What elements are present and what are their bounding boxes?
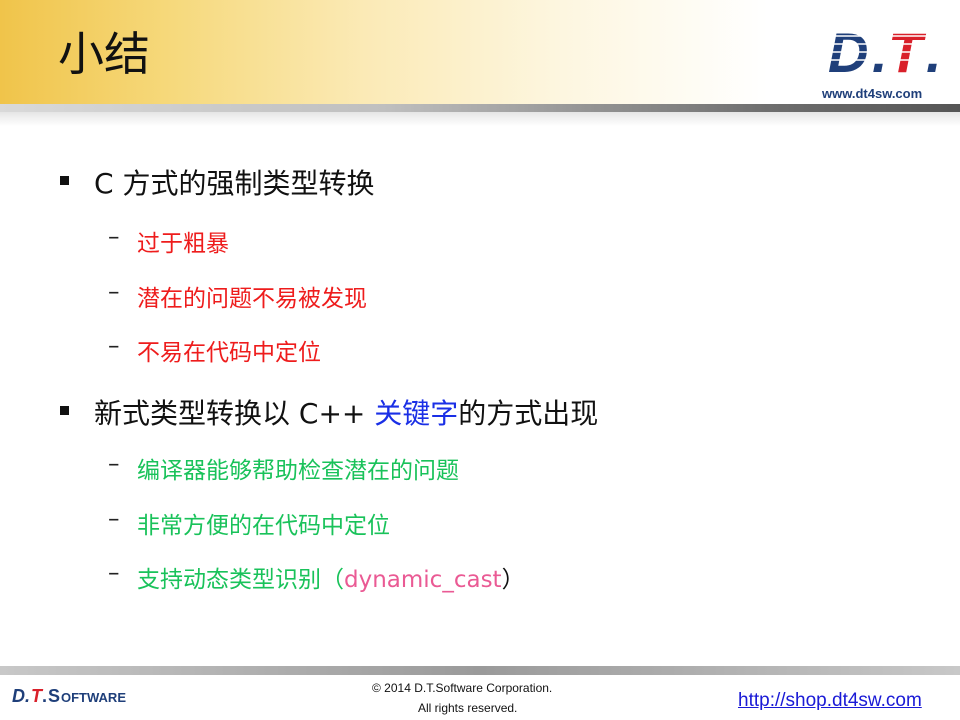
code-keyword: dynamic_cast	[344, 567, 502, 593]
dash-bullet-icon: –	[108, 333, 120, 359]
footer-logo-s: S	[48, 686, 60, 706]
dash-bullet-icon: –	[108, 506, 120, 532]
sub-item-text: 潜在的问题不易被发现	[137, 286, 367, 312]
bullet-text: 新式类型转换以 C++ 关键字的方式出现	[94, 392, 598, 432]
square-bullet-icon	[60, 406, 69, 415]
dash-bullet-icon: –	[108, 224, 120, 250]
sub-item-text: 不易在代码中定位	[137, 340, 321, 366]
square-bullet-icon	[60, 176, 69, 185]
dt-software-logo: D . T . S OFTWARE	[12, 686, 126, 706]
dash-bullet-icon: –	[108, 279, 120, 305]
dash-bullet-icon: –	[108, 451, 120, 477]
sub-item-text-after: ）	[501, 567, 525, 593]
rights-text: All rights reserved.	[418, 701, 518, 715]
copyright-text: © 2014 D.T.Software Corporation.	[372, 681, 553, 695]
logo-url: www.dt4sw.com	[822, 86, 923, 101]
sub-item-text: 支持动态类型识别（dynamic_cast）	[137, 560, 525, 594]
sub-item-text-before: 支持动态类型识别（	[137, 567, 344, 593]
sub-item-text: 编译器能够帮助检查潜在的问题	[137, 458, 459, 484]
sub-item-text: 非常方便的在代码中定位	[137, 513, 390, 539]
dt-logo: D . T .	[826, 22, 950, 82]
footer-logo-d: D	[12, 686, 25, 706]
bullet-text: C 方式的强制类型转换	[94, 167, 375, 200]
sub-item-text: 过于粗暴	[137, 231, 229, 257]
header-divider-shadow	[0, 112, 960, 126]
shop-link[interactable]: http://shop.dt4sw.com	[738, 690, 922, 712]
header-divider	[0, 104, 960, 112]
bullet-text-before: 新式类型转换以 C++	[94, 397, 375, 430]
footer-logo-dot: .	[25, 686, 30, 706]
footer-divider	[0, 666, 960, 675]
footer-logo-rest: OFTWARE	[61, 690, 126, 705]
keyword-highlight: 关键字	[374, 397, 459, 430]
bullet-text-after: 的方式出现	[458, 397, 599, 430]
footer-logo-dot-2: .	[42, 686, 47, 706]
dash-bullet-icon: –	[108, 560, 120, 586]
slide-title: 小结	[58, 27, 150, 81]
